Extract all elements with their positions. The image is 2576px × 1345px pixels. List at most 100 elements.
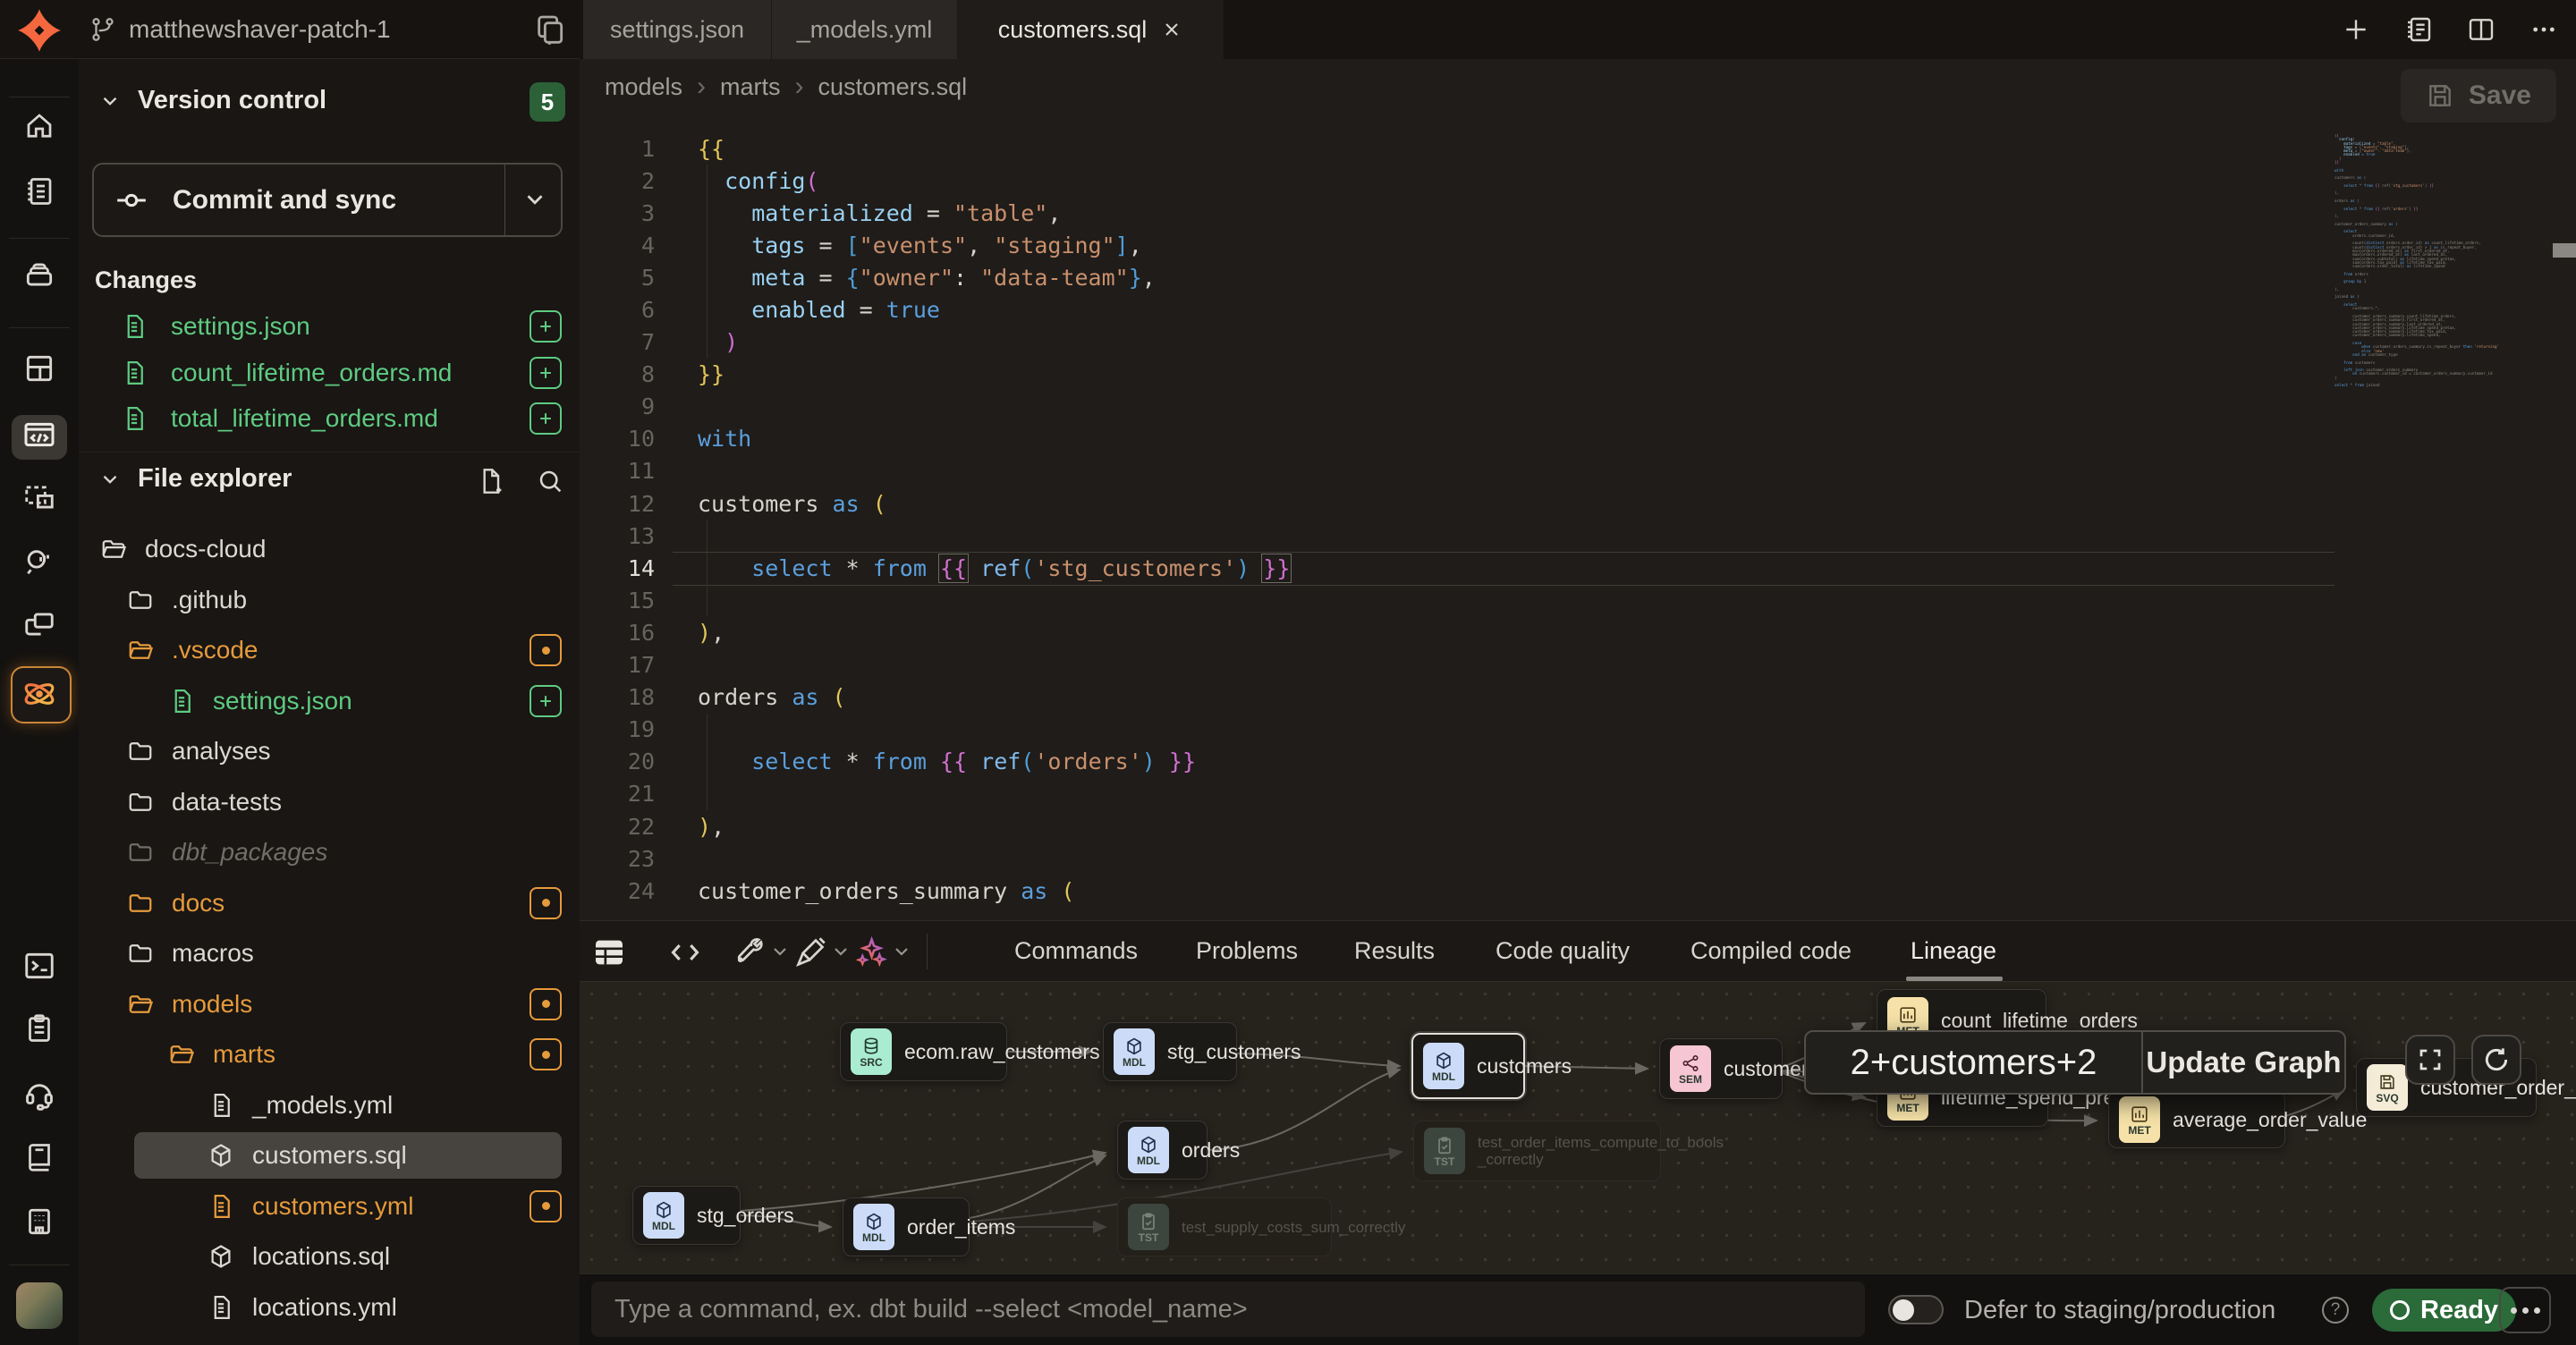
tab-customers-sql[interactable]: customers.sql [958,0,1224,59]
tree-item-marts[interactable]: marts [79,1029,580,1079]
code-line-17[interactable]: 17 [580,649,2576,681]
code-line-3[interactable]: 3 materialized = "table", [580,197,2576,229]
changed-file-count-lifetime-orders[interactable]: count_lifetime_orders.md [79,350,580,396]
code-line-22[interactable]: 22), [580,810,2576,842]
tree-item-models[interactable]: models [79,979,580,1029]
code-line-19[interactable]: 19 [580,714,2576,746]
code-line-2[interactable]: 2 config( [580,165,2576,197]
code-line-15[interactable]: 15 [580,584,2576,616]
tree-item--vscode[interactable]: .vscode [79,625,580,675]
build-options-chevron[interactable] [769,941,791,962]
code-line-5[interactable]: 5 meta = {"owner": "data-team"}, [580,261,2576,293]
rail-support[interactable] [0,1078,79,1112]
rail-docs[interactable] [0,1141,79,1173]
rail-logs[interactable] [0,1012,79,1045]
lineage-node-customers_mdl[interactable]: MDLcustomers [1411,1033,1525,1099]
close-icon[interactable] [1161,19,1182,40]
status-ready-badge[interactable]: Ready [2372,1289,2516,1332]
tab-models-yml[interactable]: _models.yml [772,0,958,59]
code-line-20[interactable]: 20 select * from {{ ref('orders') }} [580,746,2576,778]
rail-notebooks[interactable] [0,175,79,207]
copilot-options-chevron[interactable] [891,941,912,962]
compile-code-button[interactable] [665,932,706,973]
code-line-7[interactable]: 7 ) [580,326,2576,359]
code-line-14[interactable]: 14 select * from {{ ref('stg_customers')… [580,552,2576,584]
format-options-chevron[interactable] [830,941,852,962]
rail-canvas[interactable] [0,480,79,514]
lineage-node-test_supply_costs[interactable]: TSTtest_supply_costs_sum_correctly [1117,1197,1332,1256]
command-input[interactable] [591,1282,1865,1337]
tree-item-locations-sql[interactable]: locations.sql [79,1231,580,1282]
commit-options-chevron[interactable] [521,186,548,213]
panel-tab-lineage[interactable]: Lineage [1911,921,1996,981]
copy-branch-icon[interactable] [533,13,569,48]
code-lines[interactable]: 1{{2 config(3 materialized = "table",4 t… [580,132,2576,907]
tree-item-docs[interactable]: docs [79,878,580,928]
stage-add-icon[interactable] [530,402,562,435]
code-line-16[interactable]: 16), [580,616,2576,648]
lineage-node-average_order_value[interactable]: METaverage_order_value [2108,1091,2285,1148]
code-line-12[interactable]: 12customers as ( [580,487,2576,520]
lineage-query-input[interactable]: 2+customers+2 [1806,1032,2141,1093]
stage-add-icon[interactable] [530,357,562,389]
code-line-9[interactable]: 9 [580,391,2576,423]
rail-dashboard[interactable] [0,351,79,385]
rail-organization[interactable] [0,1205,79,1238]
save-button[interactable]: Save [2401,69,2556,123]
changed-file-settings-json[interactable]: settings.json [79,303,580,350]
tree-item-customers-sql[interactable]: customers.sql [79,1130,580,1180]
tree-item-analyses[interactable]: analyses [79,726,580,776]
rail-code-editor[interactable] [0,417,79,453]
more-options-icon[interactable] [2524,10,2563,49]
file-explorer-header[interactable]: File explorer [98,464,292,494]
command-more-button[interactable] [2499,1287,2551,1333]
tab-settings-json[interactable]: settings.json [583,0,772,59]
tree-item--models-yml[interactable]: _models.yml [79,1080,580,1130]
rail-terminal[interactable] [0,949,79,983]
tree-item-customers-yml[interactable]: customers.yml [79,1181,580,1231]
code-line-11[interactable]: 11 [580,455,2576,487]
tree-item-docs-cloud[interactable]: docs-cloud [79,524,580,574]
panel-tab-code-quality[interactable]: Code quality [1496,921,1630,981]
stage-add-icon[interactable] [530,310,562,343]
panel-tab-compiled-code[interactable]: Compiled code [1690,921,1852,981]
new-tab-button[interactable] [2336,10,2376,49]
rail-home[interactable] [0,110,79,142]
rail-sessions[interactable] [0,607,79,641]
dbt-copilot-icon[interactable] [0,675,79,713]
code-line-24[interactable]: 24customer_orders_summary as ( [580,875,2576,907]
panel-tab-results[interactable]: Results [1354,921,1435,981]
panel-tab-commands[interactable]: Commands [1014,921,1138,981]
lineage-node-raw_customers[interactable]: SRCecom.raw_customers [840,1022,1007,1081]
code-line-18[interactable]: 18orders as ( [580,681,2576,714]
panel-tab-problems[interactable]: Problems [1196,921,1298,981]
breadcrumb-item[interactable]: customers.sql [818,73,968,101]
branch-selector[interactable]: matthewshaver-patch-1 [89,0,391,59]
code-line-10[interactable]: 10with [580,423,2576,455]
split-editor-button[interactable] [2462,10,2501,49]
copilot-fix-button[interactable] [850,932,891,973]
code-line-8[interactable]: 8}} [580,359,2576,391]
notebook-view-button[interactable] [2399,10,2438,49]
tree-item--github[interactable]: .github [79,575,580,625]
breadcrumb-item[interactable]: models [605,73,682,101]
changed-file-total-lifetime-orders[interactable]: total_lifetime_orders.md [79,395,580,442]
code-line-6[interactable]: 6 enabled = true [580,293,2576,326]
lineage-node-stg_orders[interactable]: MDLstg_orders [632,1186,741,1245]
format-button[interactable] [790,932,831,973]
tree-item-settings-json[interactable]: settings.json [79,676,580,726]
update-graph-button[interactable]: Update Graph [2143,1032,2344,1093]
minimap[interactable]: {{ config( materialized = "table", tags … [2334,134,2546,510]
defer-toggle[interactable] [1888,1295,1944,1324]
user-avatar[interactable] [16,1282,63,1329]
refresh-graph-button[interactable] [2471,1035,2521,1085]
search-icon[interactable] [531,462,569,500]
tree-item-macros[interactable]: macros [79,928,580,978]
new-file-icon[interactable] [472,462,510,500]
tree-item-data-tests[interactable]: data-tests [79,777,580,827]
lineage-node-order_items[interactable]: MDLorder_items [843,1197,970,1256]
lineage-node-stg_customers[interactable]: MDLstg_customers [1103,1022,1237,1081]
lineage-canvas[interactable]: SRCecom.raw_customers MDLstg_customers MDL… [580,982,2576,1273]
lineage-node-orders[interactable]: MDLorders [1117,1121,1208,1180]
code-line-23[interactable]: 23 [580,842,2576,875]
